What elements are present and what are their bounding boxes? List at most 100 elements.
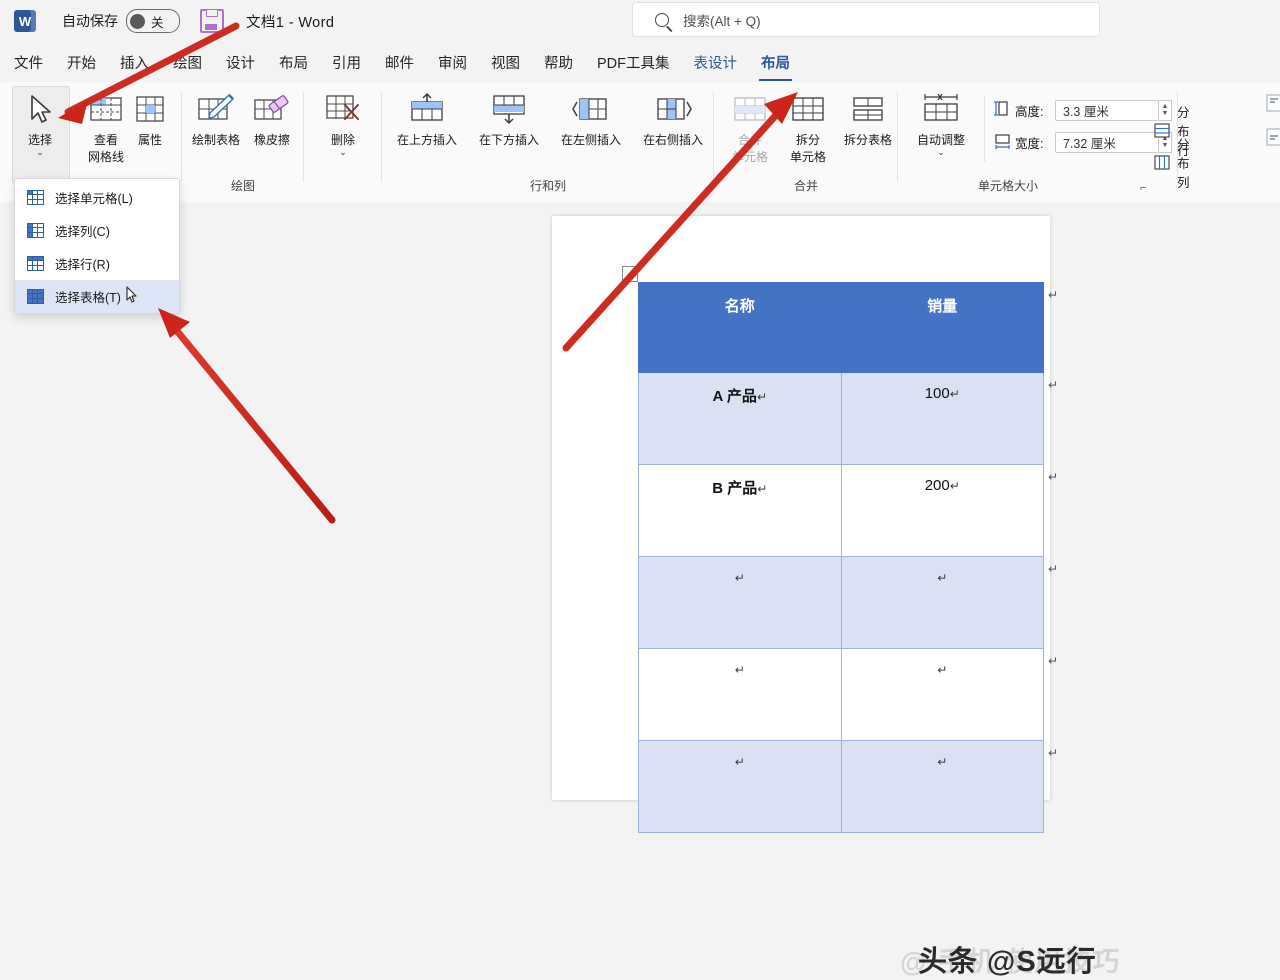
tab-table-layout[interactable]: 布局 xyxy=(759,48,792,81)
menu-item-select-column-label: 选择列(C) xyxy=(55,225,110,239)
table-cell[interactable]: ↵ xyxy=(638,648,842,741)
table-cell[interactable]: A 产品↵ xyxy=(638,372,842,465)
menu-item-select-cell-label: 选择单元格(L) xyxy=(55,192,133,206)
select-column-icon xyxy=(27,223,44,238)
table-row[interactable]: ↵ ↵ xyxy=(638,556,1044,649)
menu-item-select-cell[interactable]: 选择单元格(L) xyxy=(15,181,179,214)
table-cell-text: B 产品 xyxy=(712,480,758,497)
table-cell[interactable]: ↵ xyxy=(638,556,842,649)
autosave-toggle[interactable]: 关 xyxy=(126,9,180,33)
split-cells-button[interactable]: 拆分 单元格 xyxy=(776,88,840,164)
toggle-state-label: 关 xyxy=(151,15,164,30)
column-width-control[interactable]: 宽度: 7.32 厘米 ▲ ▼ xyxy=(994,130,1172,154)
tab-layout[interactable]: 布局 xyxy=(279,48,308,77)
cell-size-dialog-launcher[interactable]: ⌐ xyxy=(1140,182,1146,194)
select-button[interactable]: 选择 ⌄ xyxy=(8,88,72,157)
search-input[interactable]: 搜索(Alt + Q) xyxy=(632,2,1100,37)
row-height-value[interactable]: 3.3 厘米 xyxy=(1055,99,1159,121)
document-title: 文档1 - Word xyxy=(246,14,335,31)
column-width-label: 宽度: xyxy=(1015,136,1044,151)
view-gridlines-label-2: 网格线 xyxy=(87,150,124,164)
tab-table-design[interactable]: 表设计 xyxy=(694,48,738,77)
align-middle-left-icon[interactable] xyxy=(1266,128,1280,151)
chevron-down-icon[interactable]: ⌄ xyxy=(8,148,72,157)
eraser-button[interactable]: 橡皮擦 xyxy=(240,88,304,147)
table-cell-text: A 产品 xyxy=(712,388,757,405)
row-height-control[interactable]: 高度: 3.3 厘米 ▲ ▼ xyxy=(994,98,1172,122)
tab-insert[interactable]: 插入 xyxy=(120,48,149,77)
ribbon-group-draw: 绘制表格 橡皮擦 绘图 xyxy=(182,82,304,200)
table-header-cell-sales[interactable]: 销量 xyxy=(840,282,1044,373)
tab-references[interactable]: 引用 xyxy=(332,48,361,77)
insert-below-button[interactable]: 在下方插入 xyxy=(470,88,548,147)
insert-right-button[interactable]: 在右侧插入 xyxy=(634,88,712,147)
autosave-label: 自动保存 xyxy=(62,13,118,29)
document-page[interactable]: 名称 销量 A 产品↵ 100↵ B 产品↵ 200↵ ↵ ↵ ↵ ↵ ↵ ↵ … xyxy=(552,216,1058,833)
table-row[interactable]: A 产品↵ 100↵ xyxy=(638,372,1044,465)
tab-design[interactable]: 设计 xyxy=(226,48,255,77)
chevron-down-icon[interactable]: ⌄ xyxy=(904,148,978,157)
menu-item-select-column[interactable]: 选择列(C) xyxy=(15,214,179,247)
menu-item-select-row[interactable]: 选择行(R) xyxy=(15,247,179,280)
tab-review[interactable]: 审阅 xyxy=(438,48,467,77)
pilcrow-mark: ↵ xyxy=(937,663,948,677)
table-row[interactable]: ↵ ↵ xyxy=(638,740,1044,833)
save-icon[interactable] xyxy=(200,9,224,33)
table-header-cell-name[interactable]: 名称 xyxy=(638,282,842,373)
table-cell[interactable]: ↵ xyxy=(840,556,1044,649)
delete-button[interactable]: 删除 ⌄ xyxy=(311,88,375,157)
properties-button[interactable]: 属性 xyxy=(118,88,182,147)
tab-pdf-toolkit[interactable]: PDF工具集 xyxy=(597,48,670,77)
tab-view[interactable]: 视图 xyxy=(491,48,520,77)
row-end-mark: ↵ xyxy=(1048,378,1059,392)
ribbon-group-delete: 删除 ⌄ xyxy=(304,82,382,200)
row-end-mark: ↵ xyxy=(1048,562,1059,576)
insert-above-button[interactable]: 在上方插入 xyxy=(388,88,466,147)
distribute-columns-icon xyxy=(1154,155,1170,170)
eraser-icon xyxy=(240,88,304,130)
split-table-icon xyxy=(836,88,900,130)
column-width-value[interactable]: 7.32 厘米 xyxy=(1055,131,1159,153)
table-row[interactable]: B 产品↵ 200↵ xyxy=(638,464,1044,557)
tab-help[interactable]: 帮助 xyxy=(544,48,573,77)
autofit-button[interactable]: 自动调整 ⌄ xyxy=(904,88,978,157)
table-row[interactable]: ↵ ↵ xyxy=(638,648,1044,741)
ribbon-group-merge: 合并 单元格 拆分 单元格 拆分表格 合并 xyxy=(714,82,898,200)
menu-item-select-table-label: 选择表格(T) xyxy=(55,291,121,305)
table-cell[interactable]: 200↵ xyxy=(840,464,1044,557)
chevron-down-icon[interactable]: ⌄ xyxy=(311,148,375,157)
insert-row-above-icon xyxy=(388,88,466,130)
menu-item-select-table[interactable]: 选择表格(T) xyxy=(15,280,179,313)
table-cell[interactable]: ↵ xyxy=(840,648,1044,741)
insert-left-button[interactable]: 在左侧插入 xyxy=(552,88,630,147)
menu-item-select-row-label: 选择行(R) xyxy=(55,258,110,272)
table-cell[interactable]: B 产品↵ xyxy=(638,464,842,557)
split-cells-label-2: 单元格 xyxy=(789,150,826,164)
table-cell[interactable]: ↵ xyxy=(638,740,842,833)
align-top-left-icon[interactable] xyxy=(1266,94,1280,117)
document-table[interactable]: 名称 销量 A 产品↵ 100↵ B 产品↵ 200↵ ↵ ↵ ↵ ↵ ↵ ↵ xyxy=(638,282,1044,833)
tab-home[interactable]: 开始 xyxy=(67,48,96,77)
group-label-draw: 绘图 xyxy=(230,179,255,193)
tab-mailings[interactable]: 邮件 xyxy=(385,48,414,77)
table-header-row[interactable]: 名称 销量 xyxy=(638,282,1044,373)
pilcrow-mark: ↵ xyxy=(734,571,745,585)
table-cell[interactable]: 100↵ xyxy=(840,372,1044,465)
watermark-text: 头条 @S远行 xyxy=(918,946,1097,978)
select-button-label: 选择 xyxy=(27,133,52,147)
document-area[interactable]: 名称 销量 A 产品↵ 100↵ B 产品↵ 200↵ ↵ ↵ ↵ ↵ ↵ ↵ … xyxy=(0,202,1280,978)
ribbon: 选择 ⌄ 查看 网格线 属性 绘制表格 橡皮擦 绘图 删除 ⌄ 在上方插入 在下… xyxy=(0,82,1280,203)
group-inner-separator xyxy=(984,96,985,162)
draw-table-button[interactable]: 绘制表格 xyxy=(184,88,248,147)
tab-file[interactable]: 文件 xyxy=(14,48,43,77)
table-cell[interactable]: ↵ xyxy=(840,740,1044,833)
pilcrow-mark: ↵ xyxy=(757,482,768,496)
row-height-label: 高度: xyxy=(1015,104,1044,119)
table-move-handle[interactable] xyxy=(622,266,638,282)
split-table-button[interactable]: 拆分表格 xyxy=(836,88,900,147)
select-dropdown-menu: 选择单元格(L) 选择列(C) 选择行(R) 选择表格(T) xyxy=(14,178,180,314)
tab-draw[interactable]: 绘图 xyxy=(173,48,202,77)
insert-row-below-icon xyxy=(470,88,548,130)
pilcrow-mark: ↵ xyxy=(949,387,960,401)
select-table-icon xyxy=(27,289,44,304)
